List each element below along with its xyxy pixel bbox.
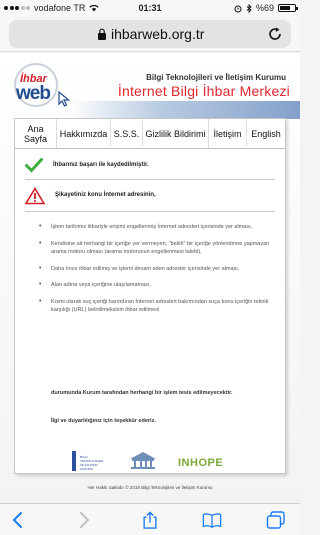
forward-icon[interactable] (74, 511, 94, 529)
battery-level-fill (280, 6, 290, 10)
header-title: İnternet Bilgi İhbar Merkezi (117, 83, 290, 99)
warning-icon (25, 187, 45, 205)
safari-toolbar (0, 503, 300, 535)
warning-text: Şikayetiniz konu İnternet adresinin, (55, 192, 156, 198)
header-subtitle: Bilgi Teknolojileri ve İletişim Kurumu (146, 73, 286, 82)
btk-logo-text: BİLGİ TEKNOLOJİLERİ VE İLETİŞİM KURUMU (80, 455, 104, 471)
safari-address-bar: ihbarweb.org.tr (0, 16, 300, 52)
url-text: ihbarweb.org.tr (111, 26, 205, 42)
battery-percent: %69 (255, 3, 274, 13)
site-logo[interactable]: İhbar web (12, 63, 72, 113)
web-page: İhbar web Bilgi Teknolojileri ve İletişi… (0, 53, 300, 503)
main-nav: Ana Sayfa Hakkımızda S.S.S. Gizlilik Bil… (15, 119, 285, 149)
divider (25, 211, 275, 212)
inhope-logo[interactable]: INHOPE (178, 457, 223, 469)
header-decoration (70, 101, 300, 119)
success-message: İhbarınız başarı ile kaydedilmiştir. (25, 157, 149, 173)
divider (25, 179, 275, 180)
lock-icon (98, 28, 106, 40)
site-header: İhbar web Bilgi Teknolojileri ve İletişi… (0, 53, 300, 119)
nav-item-english[interactable]: English (247, 119, 285, 149)
bookmarks-icon[interactable] (202, 511, 222, 529)
check-icon (25, 158, 43, 173)
reload-icon[interactable] (267, 26, 283, 42)
tabs-icon[interactable] (266, 511, 286, 529)
share-icon[interactable] (140, 511, 160, 529)
status-bar: vodafone TR 01:31 %69 (0, 0, 300, 16)
nav-item-about[interactable]: Hakkımızda (57, 119, 111, 149)
list-item: Alan adına veya içeriğine ulaşılamaması, (37, 281, 273, 290)
battery-icon (278, 4, 298, 12)
content-panel: Ana Sayfa Hakkımızda S.S.S. Gizlilik Bil… (14, 118, 286, 474)
url-field[interactable]: ihbarweb.org.tr (9, 20, 291, 48)
closing-notice: durumunda Kurum tarafından herhangi bir … (51, 390, 233, 396)
thank-you-text: İlgi ve duyarlılığınız için teşekkür ede… (51, 418, 156, 424)
bluetooth-icon (246, 3, 252, 13)
logo-web-text: web (16, 83, 51, 104)
nav-item-privacy[interactable]: Gizlilik Bildirimi (143, 119, 209, 149)
nav-item-faq[interactable]: S.S.S. (111, 119, 143, 149)
alarm-icon (234, 5, 242, 12)
copyright-text: Her Hakkı Saklıdır © 2018 Bilgi Teknoloj… (87, 485, 213, 490)
list-item: Daha önce ihbar edilmiş ve işlemi devam … (37, 265, 273, 274)
site-footer: BİLGİ TEKNOLOJİLERİ VE İLETİŞİM KURUMU I… (0, 445, 300, 503)
list-item: Kısmi olarak suç içeriği barındıran İnte… (37, 298, 273, 315)
success-text: İhbarınız başarı ile kaydedilmiştir. (53, 162, 149, 168)
warning-message: Şikayetiniz konu İnternet adresinin, (25, 187, 156, 205)
status-right: %69 (234, 3, 298, 13)
building-logo-icon[interactable] (128, 449, 158, 471)
list-item: Kendisine ait herhangi bir içeriğe yer v… (37, 240, 273, 257)
nav-item-home[interactable]: Ana Sayfa (15, 119, 57, 149)
reasons-list: İşlem tarihimiz itibariyle erişimi engel… (37, 223, 273, 323)
btk-logo[interactable]: BİLGİ TEKNOLOJİLERİ VE İLETİŞİM KURUMU (70, 447, 106, 477)
back-icon[interactable] (8, 511, 28, 529)
list-item: İşlem tarihimiz itibariyle erişimi engel… (37, 223, 273, 232)
nav-item-contact[interactable]: İletişim (209, 119, 247, 149)
